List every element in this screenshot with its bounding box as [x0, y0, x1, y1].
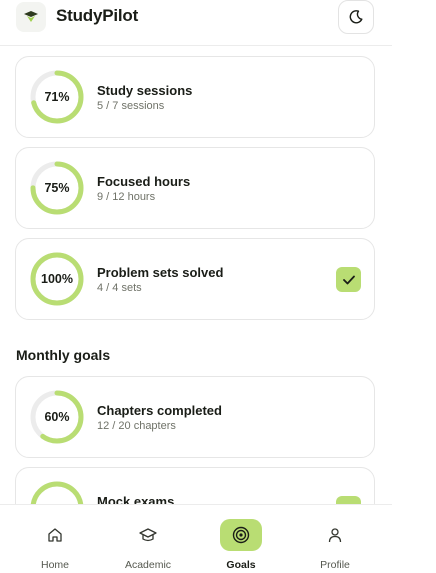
progress-ring: 100%	[29, 251, 85, 307]
goal-card-chapters[interactable]: 60% Chapters completed 12 / 20 chapters	[15, 376, 375, 458]
app-screen: StudyPilot 71% Study sessions 5 / 7 sess…	[0, 0, 392, 573]
nav-label: Home	[40, 559, 69, 571]
nav-label: Goals	[226, 559, 256, 571]
goal-card-study-sessions[interactable]: 71% Study sessions 5 / 7 sessions	[15, 56, 375, 138]
app-header: StudyPilot	[0, 0, 392, 46]
goal-title: Problem sets solved	[97, 265, 224, 280]
goals-content[interactable]: 71% Study sessions 5 / 7 sessions 75% Fo…	[0, 46, 392, 504]
progress-percent: 75%	[44, 181, 70, 195]
progress-ring: 71%	[29, 69, 85, 125]
graduation-cap-icon	[24, 11, 38, 22]
nav-icon-container[interactable]	[34, 519, 76, 551]
nav-icon-container-active[interactable]	[220, 519, 262, 551]
nav-item-academic[interactable]: Academic	[107, 505, 187, 573]
brand-name: StudyPilot	[56, 6, 139, 25]
goal-subtitle: 9 / 12 hours	[97, 191, 156, 203]
goal-title: Mock exams	[97, 494, 175, 504]
progress-ring	[29, 480, 85, 504]
section-title-monthly-goals: Monthly goals	[16, 347, 111, 363]
checkmark-icon	[342, 275, 355, 284]
goal-card-focused-hours[interactable]: 75% Focused hours 9 / 12 hours	[15, 147, 375, 229]
bottom-navigation: Home Academic Goals Profile	[0, 504, 392, 573]
completed-checkbox[interactable]	[336, 267, 361, 292]
progress-percent: 60%	[44, 410, 70, 424]
completed-checkbox[interactable]	[336, 496, 361, 504]
goal-title: Chapters completed	[97, 403, 222, 418]
nav-item-home[interactable]: Home	[14, 505, 94, 573]
progress-percent: 100%	[41, 272, 73, 286]
nav-item-profile[interactable]: Profile	[294, 505, 374, 573]
progress-ring: 75%	[29, 160, 85, 216]
graduation-cap-icon	[139, 528, 157, 542]
progress-ring: 60%	[29, 389, 85, 445]
nav-icon-container[interactable]	[127, 519, 169, 551]
goal-subtitle: 5 / 7 sessions	[97, 100, 165, 112]
goal-subtitle: 12 / 20 chapters	[97, 420, 176, 432]
moon-icon	[349, 10, 363, 24]
home-icon	[48, 528, 62, 542]
nav-item-goals[interactable]: Goals	[200, 505, 280, 573]
progress-percent	[29, 480, 85, 504]
goal-subtitle: 4 / 4 sets	[97, 282, 142, 294]
goal-card-problem-sets[interactable]: 100% Problem sets solved 4 / 4 sets	[15, 238, 375, 320]
goal-card-mock-exams[interactable]: Mock exams	[15, 467, 375, 504]
goal-title: Focused hours	[97, 174, 191, 189]
nav-label: Academic	[124, 559, 172, 571]
goal-title: Study sessions	[97, 83, 193, 98]
target-icon	[232, 526, 250, 544]
page-background	[392, 0, 436, 573]
nav-icon-container[interactable]	[314, 519, 356, 551]
theme-toggle-button[interactable]	[338, 0, 374, 34]
app-logo[interactable]	[16, 2, 46, 32]
progress-percent: 71%	[44, 90, 70, 104]
nav-label: Profile	[320, 559, 350, 571]
user-icon	[328, 528, 342, 543]
